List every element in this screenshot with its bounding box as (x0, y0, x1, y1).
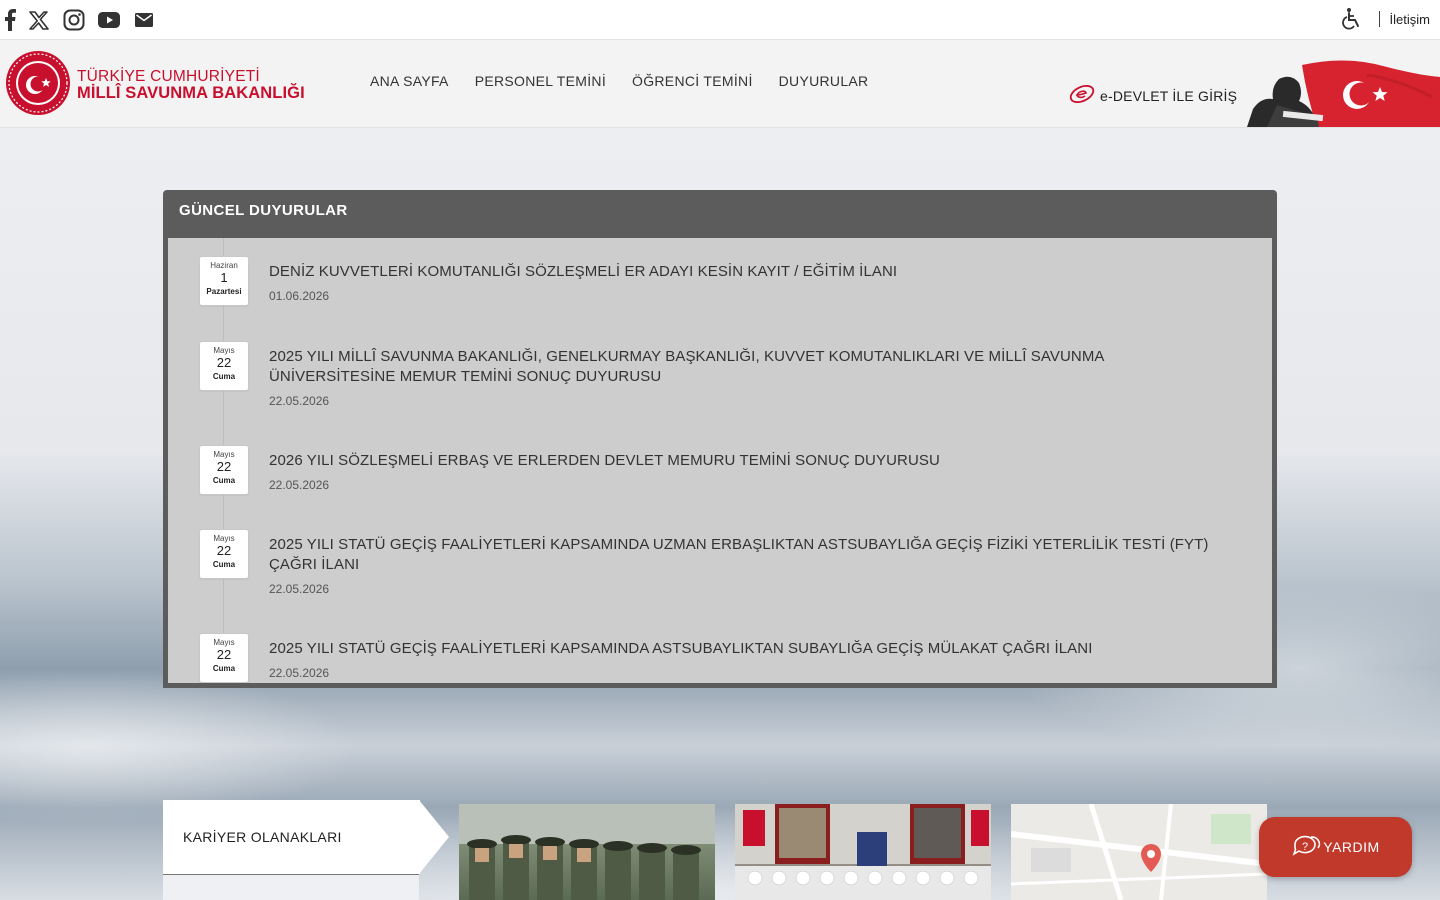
x-twitter-icon[interactable] (26, 7, 52, 33)
edevlet-icon (1068, 82, 1096, 109)
youtube-icon[interactable] (96, 7, 122, 33)
announcement-title[interactable]: DENİZ KUVVETLERİ KOMUTANLIĞI SÖZLEŞMELİ … (269, 262, 1229, 282)
date-day: 22 (216, 543, 232, 558)
date-weekday: Cuma (212, 664, 236, 673)
instagram-icon[interactable] (61, 7, 87, 33)
announcement-title[interactable]: 2025 YILI STATÜ GEÇİŞ FAALİYETLERİ KAPSA… (269, 535, 1229, 575)
date-badge: Mayıs 22 Cuma (199, 529, 249, 579)
date-day: 22 (216, 459, 232, 474)
site-header: TÜRKİYE CUMHURİYETİ MİLLÎ SAVUNMA BAKANL… (0, 40, 1440, 128)
logo-line-2: MİLLÎ SAVUNMA BAKANLIĞI (77, 83, 305, 102)
announcement-title[interactable]: 2025 YILI STATÜ GEÇİŞ FAALİYETLERİ KAPSA… (269, 639, 1229, 659)
date-badge: Mayıs 22 Cuma (199, 633, 249, 683)
date-badge: Mayıs 22 Cuma (199, 445, 249, 495)
announcement-date: 22.05.2026 (269, 582, 330, 596)
date-badge: Haziran 1 Pazartesi (199, 256, 249, 306)
accessibility-icon[interactable] (1339, 5, 1367, 33)
announcement-date: 01.06.2026 (269, 289, 330, 303)
announcement-title[interactable]: 2026 YILI SÖZLEŞMELİ ERBAŞ VE ERLERDEN D… (269, 451, 1229, 471)
nav-announcements[interactable]: DUYURULAR (779, 73, 869, 89)
career-arrow (419, 800, 449, 874)
date-month: Mayıs (213, 346, 235, 355)
logo-text: TÜRKİYE CUMHURİYETİ MİLLÎ SAVUNMA BAKANL… (77, 67, 305, 103)
date-weekday: Cuma (212, 560, 236, 569)
date-weekday: Cuma (212, 476, 236, 485)
divider (1378, 11, 1380, 27)
panel-title: GÜNCEL DUYURULAR (179, 202, 348, 219)
site-logo[interactable]: TÜRKİYE CUMHURİYETİ MİLLÎ SAVUNMA BAKANL… (5, 50, 305, 121)
date-weekday: Cuma (212, 372, 236, 381)
location-map-card[interactable] (1011, 804, 1267, 900)
ataturk-flag-image (1247, 57, 1440, 127)
career-opportunities-card[interactable]: KARİYER OLANAKLARI (163, 800, 420, 874)
main-nav: ANA SAYFA PERSONEL TEMİNİ ÖĞRENCİ TEMİNİ… (370, 73, 894, 89)
facebook-icon[interactable] (0, 7, 20, 33)
announcement-date: 22.05.2026 (269, 666, 330, 680)
ceremony-image-card[interactable] (735, 804, 991, 900)
mail-icon[interactable] (131, 7, 157, 33)
date-badge: Mayıs 22 Cuma (199, 341, 249, 391)
help-label: YARDIM (1323, 839, 1380, 855)
date-day: 22 (216, 647, 232, 662)
date-month: Mayıs (213, 450, 235, 459)
career-label: KARİYER OLANAKLARI (183, 829, 342, 845)
contact-link[interactable]: İletişim (1390, 12, 1430, 27)
date-month: Mayıs (213, 638, 235, 647)
social-links (0, 7, 166, 33)
nav-student-recruitment[interactable]: ÖĞRENCİ TEMİNİ (632, 73, 753, 89)
nav-home[interactable]: ANA SAYFA (370, 73, 449, 89)
date-month: Mayıs (213, 534, 235, 543)
date-day: 1 (220, 270, 228, 285)
announcements-panel: GÜNCEL DUYURULAR Haziran 1 Pazartesi DEN… (163, 190, 1277, 688)
date-day: 22 (216, 355, 232, 370)
logo-line-1: TÜRKİYE CUMHURİYETİ (77, 67, 260, 85)
soldiers-parade-image-card[interactable] (459, 804, 715, 900)
emblem-icon (5, 50, 71, 121)
chat-help-icon: ? (1291, 833, 1321, 862)
help-button[interactable]: ? YARDIM (1259, 817, 1412, 877)
top-right-links: İletişim (1339, 6, 1430, 32)
edevlet-label: e-DEVLET İLE GİRİŞ (1100, 87, 1238, 104)
announcement-date: 22.05.2026 (269, 478, 330, 492)
announcements-list[interactable]: Haziran 1 Pazartesi DENİZ KUVVETLERİ KOM… (168, 238, 1272, 683)
announcement-date: 22.05.2026 (269, 394, 330, 408)
top-bar: İletişim (0, 0, 1440, 40)
date-month: Haziran (210, 261, 238, 270)
date-weekday: Pazartesi (206, 287, 242, 296)
edevlet-login-button[interactable]: e-DEVLET İLE GİRİŞ (1068, 82, 1237, 109)
nav-personnel-recruitment[interactable]: PERSONEL TEMİNİ (475, 73, 606, 89)
announcement-title[interactable]: 2025 YILI MİLLÎ SAVUNMA BAKANLIĞI, GENEL… (269, 347, 1229, 387)
card-divider (163, 874, 419, 900)
svg-text:?: ? (1302, 841, 1308, 853)
